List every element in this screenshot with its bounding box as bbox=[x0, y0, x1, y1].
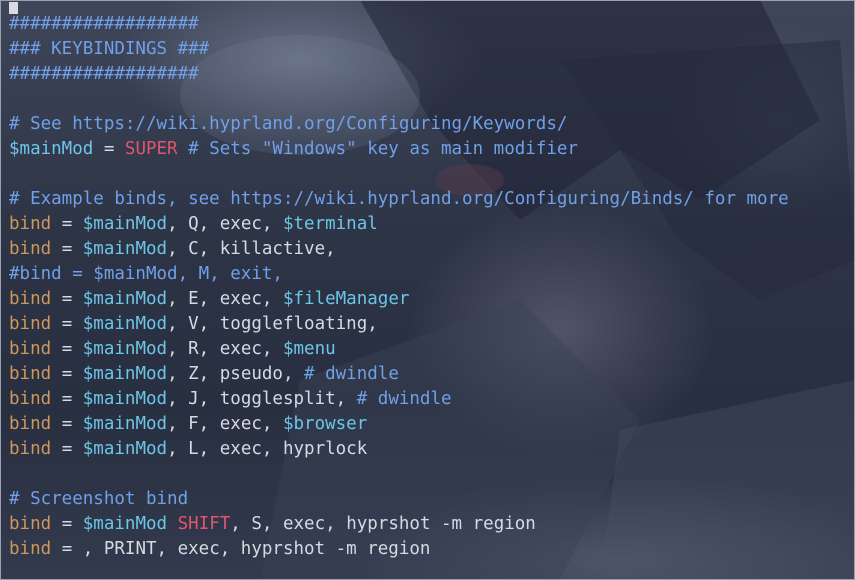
code-token-var: $mainMod bbox=[82, 414, 168, 434]
code-token-var: $mainMod bbox=[82, 239, 168, 259]
code-token-var: $mainMod bbox=[82, 289, 168, 309]
code-line[interactable]: bind = $mainMod, J, togglesplit, # dwind… bbox=[9, 387, 789, 412]
code-token-var: $mainMod bbox=[9, 139, 94, 159]
code-token-comment: ################## bbox=[9, 64, 199, 84]
code-token-kw: bind bbox=[9, 364, 52, 384]
code-token-var: $mainMod bbox=[82, 439, 168, 459]
code-token-plain: = , PRINT, exec, hyprshot -m region bbox=[51, 539, 431, 559]
code-token-plain: , L, exec, hyprlock bbox=[167, 439, 368, 459]
code-token-var: $mainMod bbox=[82, 339, 168, 359]
code-token-plain: = bbox=[51, 314, 83, 334]
code-token-var: $mainMod bbox=[82, 364, 168, 384]
code-token-comment: #bind = $mainMod, M, exit, bbox=[9, 264, 283, 284]
code-token-plain: , Z, pseudo, bbox=[167, 364, 305, 384]
code-token-comment: # See https://wiki.hyprland.org/Configur… bbox=[9, 114, 568, 134]
code-token-comment: ### KEYBINDINGS ### bbox=[9, 39, 210, 59]
code-token-plain: , J, togglesplit, bbox=[167, 389, 357, 409]
code-token-plain: = bbox=[51, 364, 83, 384]
code-token-var: $terminal bbox=[282, 214, 378, 234]
text-editor[interactable]: ################## ### KEYBINDINGS ### ###… bbox=[0, 0, 855, 580]
code-token-plain: , E, exec, bbox=[167, 289, 283, 309]
code-token-plain: , C, killactive, bbox=[167, 239, 336, 259]
code-token-kw: bind bbox=[9, 314, 52, 334]
code-token-mod: SUPER bbox=[124, 139, 178, 159]
code-token-plain: , Q, exec, bbox=[167, 214, 283, 234]
code-line[interactable]: #bind = $mainMod, M, exit, bbox=[9, 262, 789, 287]
code-token-plain: = bbox=[51, 514, 83, 534]
code-line[interactable]: bind = , PRINT, exec, hyprshot -m region bbox=[9, 537, 789, 562]
code-line[interactable] bbox=[9, 87, 789, 112]
code-token-mod: SHIFT bbox=[177, 514, 231, 534]
code-line[interactable]: # Example binds, see https://wiki.hyprla… bbox=[9, 187, 789, 212]
code-token-plain: = bbox=[51, 389, 83, 409]
code-line[interactable]: bind = $mainMod, Q, exec, $terminal bbox=[9, 212, 789, 237]
code-token-kw: bind bbox=[9, 214, 52, 234]
code-token-comment: ################## bbox=[9, 14, 199, 34]
code-token-var: $browser bbox=[282, 414, 368, 434]
code-content[interactable]: ################## ### KEYBINDINGS ### ###… bbox=[9, 12, 789, 562]
code-token-comment: # Example binds, see https://wiki.hyprla… bbox=[9, 189, 789, 209]
code-token-kw: bind bbox=[9, 339, 52, 359]
code-token-kw: bind bbox=[9, 439, 52, 459]
code-token-plain: = bbox=[51, 339, 83, 359]
code-token-plain: = bbox=[51, 239, 83, 259]
code-token-plain: , F, exec, bbox=[167, 414, 283, 434]
code-line[interactable] bbox=[9, 162, 789, 187]
code-token-plain: = bbox=[51, 289, 83, 309]
code-token-var: $mainMod bbox=[82, 514, 168, 534]
code-line[interactable]: ### KEYBINDINGS ### bbox=[9, 37, 789, 62]
code-line[interactable]: bind = $mainMod, R, exec, $menu bbox=[9, 337, 789, 362]
code-token-comment: # dwindle bbox=[356, 389, 452, 409]
code-token-comment: # dwindle bbox=[304, 364, 399, 384]
code-line[interactable]: # See https://wiki.hyprland.org/Configur… bbox=[9, 112, 789, 137]
code-line[interactable]: # Screenshot bind bbox=[9, 487, 789, 512]
code-token-plain: = bbox=[51, 214, 83, 234]
code-line[interactable]: bind = $mainMod, C, killactive, bbox=[9, 237, 789, 262]
code-token-plain: = bbox=[51, 439, 83, 459]
code-token-plain: = bbox=[93, 139, 125, 159]
code-token-plain: = bbox=[51, 414, 83, 434]
code-line[interactable]: bind = $mainMod SHIFT, S, exec, hyprshot… bbox=[9, 512, 789, 537]
code-line[interactable] bbox=[9, 462, 789, 487]
code-token-plain: , V, togglefloating, bbox=[167, 314, 378, 334]
code-line[interactable]: bind = $mainMod, V, togglefloating, bbox=[9, 312, 789, 337]
code-line[interactable]: bind = $mainMod, F, exec, $browser bbox=[9, 412, 789, 437]
code-token-kw: bind bbox=[9, 239, 52, 259]
code-token-var: $menu bbox=[282, 339, 336, 359]
code-token-var: $mainMod bbox=[82, 389, 168, 409]
code-line[interactable]: bind = $mainMod, L, exec, hyprlock bbox=[9, 437, 789, 462]
code-token-kw: bind bbox=[9, 289, 52, 309]
code-token-kw: bind bbox=[9, 414, 52, 434]
code-line[interactable]: ################## bbox=[9, 12, 789, 37]
code-line[interactable]: bind = $mainMod, Z, pseudo, # dwindle bbox=[9, 362, 789, 387]
code-line[interactable]: ################## bbox=[9, 62, 789, 87]
code-token-kw: bind bbox=[9, 514, 52, 534]
code-line[interactable]: bind = $mainMod, E, exec, $fileManager bbox=[9, 287, 789, 312]
code-token-comment: # Screenshot bind bbox=[9, 489, 189, 509]
code-token-plain: , R, exec, bbox=[167, 339, 283, 359]
code-token-kw: bind bbox=[9, 389, 52, 409]
code-token-var: $fileManager bbox=[282, 289, 410, 309]
code-token-var: $mainMod bbox=[82, 314, 168, 334]
code-token-var: $mainMod bbox=[82, 214, 168, 234]
code-token-plain: , S, exec, hyprshot -m region bbox=[230, 514, 536, 534]
code-line[interactable]: $mainMod = SUPER # Sets "Windows" key as… bbox=[9, 137, 789, 162]
code-token-kw: bind bbox=[9, 539, 52, 559]
code-token-comment: # Sets "Windows" key as main modifier bbox=[177, 139, 578, 159]
